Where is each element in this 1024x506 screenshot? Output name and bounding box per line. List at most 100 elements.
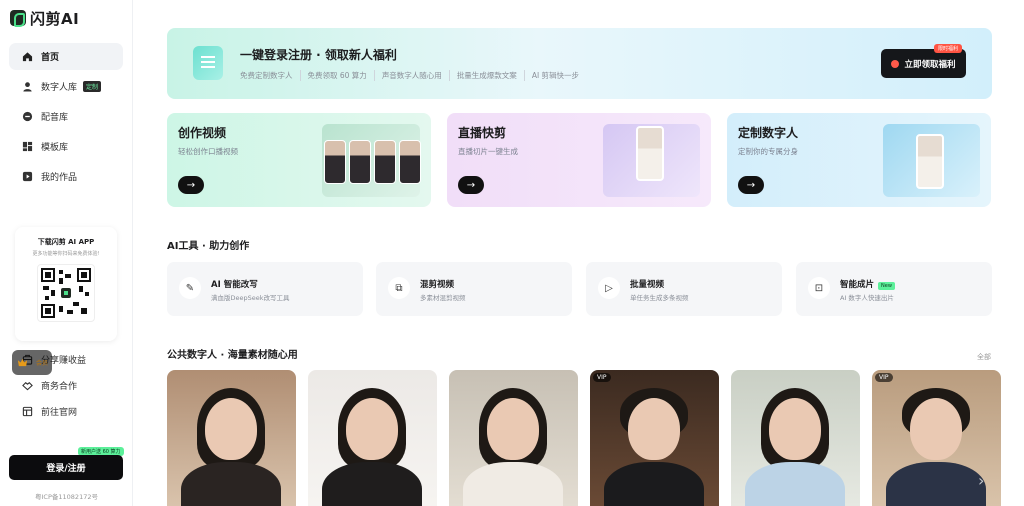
live-phone-preview	[636, 126, 664, 181]
avatar-phone-preview	[916, 134, 944, 189]
gift-icon	[891, 59, 900, 68]
avatar-card[interactable]	[308, 370, 437, 506]
app-download-title: 下载闪剪 AI APP	[37, 238, 95, 246]
person-icon	[21, 81, 33, 93]
banner-feature: 免费定制数字人	[240, 71, 293, 80]
sidebar-bottom-nav: 会员 分享赚收益 商务合作 前往官网	[0, 347, 133, 425]
avatar-thumbnail	[324, 140, 346, 184]
feature-card-live-clip[interactable]: 直播快剪 直播切片一键生成 →	[447, 113, 711, 207]
app-download-card: 下载闪剪 AI APP 更多功能等你扫码来免费体验!	[15, 227, 117, 341]
tool-mix-video[interactable]: ⧉ 混剪视频 多素材混剪视频	[376, 262, 572, 316]
main-content: 一键登录注册 · 领取新人福利 免费定制数字人 免费领取 60 算力 声音数字人…	[133, 0, 1024, 506]
crown-icon	[16, 357, 28, 369]
sidebar-item-business[interactable]: 商务合作	[9, 373, 124, 398]
sidebar-item-label: 模板库	[41, 143, 69, 153]
handshake-icon	[21, 380, 33, 392]
app-download-subtitle: 更多功能等你扫码来免费体验!	[32, 251, 100, 257]
sidebar-item-home[interactable]: 首页	[9, 43, 123, 70]
banner-features: 免费定制数字人 免费领取 60 算力 声音数字人随心用 批量生成爆款文案 AI …	[240, 70, 586, 81]
feature-title: 定制数字人	[738, 126, 799, 140]
avatars-section-title: 公共数字人 · 海量素材随心用	[167, 350, 298, 361]
sidebar-nav: 首页 数字人库 定制 配音库 模板库 我的作品	[0, 43, 132, 190]
feature-illustration	[883, 124, 980, 197]
tool-title-row: 智能成片 New	[840, 278, 895, 290]
batch-video-icon: ▷	[598, 277, 620, 299]
tools-section-title: AI工具 · 助力创作	[167, 241, 250, 252]
logo-icon	[10, 10, 26, 27]
feature-subtitle: 直播切片一键生成	[458, 147, 518, 156]
home-icon	[21, 51, 33, 63]
sidebar-item-label: 商务合作	[41, 382, 78, 392]
play-icon	[21, 171, 33, 183]
audio-icon	[21, 111, 33, 123]
custom-badge: 定制	[83, 81, 102, 92]
icp-record[interactable]: 粤ICP备11082172号	[0, 491, 133, 501]
avatar-body	[745, 462, 845, 506]
sidebar-item-label: 数字人库	[41, 83, 78, 93]
arrow-right-icon: →	[186, 179, 196, 191]
logo[interactable]: 闪剪AI	[0, 1, 132, 35]
sidebar-item-avatar-library[interactable]: 数字人库 定制	[9, 73, 123, 100]
limited-time-tag: 限时福利	[934, 44, 963, 53]
tool-smart-video[interactable]: ⊡ 智能成片 New AI 数字人快速出片	[796, 262, 992, 316]
feature-title: 直播快剪	[458, 126, 507, 140]
sidebar-item-label: 我的作品	[41, 173, 78, 183]
feature-illustration	[322, 124, 421, 197]
login-register-button[interactable]: 登录/注册	[9, 455, 123, 480]
promo-banner[interactable]: 一键登录注册 · 领取新人福利 免费定制数字人 免费领取 60 算力 声音数字人…	[167, 28, 992, 99]
avatar-body	[604, 462, 704, 506]
tool-ai-rewrite[interactable]: ✎ AI 智能改写 满血版DeepSeek改写工具	[167, 262, 363, 316]
avatar-face	[910, 398, 962, 460]
gift-document-icon	[193, 46, 223, 80]
avatar-thumbnail	[399, 140, 421, 184]
sidebar-item-membership[interactable]: 会员	[12, 350, 53, 375]
chevron-right-icon[interactable]: ›	[978, 471, 984, 490]
new-badge: New	[878, 282, 895, 290]
tool-subtitle: 单任务生成多条视频	[630, 294, 689, 302]
pen-icon: ✎	[179, 277, 201, 299]
mix-icon: ⧉	[388, 277, 410, 299]
sidebar-item-label: 配音库	[41, 113, 69, 123]
feature-title: 创作视频	[178, 126, 227, 140]
view-all-link[interactable]: 全部	[977, 352, 991, 362]
avatar-body	[181, 462, 281, 506]
qr-code[interactable]	[37, 264, 95, 322]
arrow-right-icon: →	[746, 179, 756, 191]
avatar-body	[322, 462, 422, 506]
avatar-thumbnail	[374, 140, 396, 184]
vip-badge: VIP	[875, 373, 893, 382]
tool-subtitle: AI 数字人快速出片	[840, 294, 894, 302]
tool-title: 混剪视频	[420, 280, 455, 290]
sidebar-item-template-library[interactable]: 模板库	[9, 133, 123, 160]
avatar-card[interactable]	[167, 370, 296, 506]
claim-benefits-label: 立即领取福利	[904, 59, 956, 70]
feature-card-custom-avatar[interactable]: 定制数字人 定制你的专属分身 →	[727, 113, 991, 207]
avatar-face	[769, 398, 821, 460]
logo-text: 闪剪AI	[30, 9, 80, 28]
avatar-card[interactable]: VIP	[590, 370, 719, 506]
arrow-right-button[interactable]: →	[178, 176, 204, 194]
sidebar-item-label: 前往官网	[41, 408, 78, 418]
avatar-thumbnail	[349, 140, 371, 184]
sidebar-item-voice-library[interactable]: 配音库	[9, 103, 123, 130]
feature-card-create-video[interactable]: 创作视频 轻松创作口播视频 →	[167, 113, 431, 207]
avatar-face	[628, 398, 680, 460]
tool-title: 智能成片	[840, 280, 875, 290]
banner-feature: AI 剪辑快一步	[523, 70, 586, 81]
avatar-body	[463, 462, 563, 506]
app-root: 闪剪AI 首页 数字人库 定制 配音库 模板库 我的作品 下载闪剪 AI APP…	[0, 0, 1024, 506]
avatar-card[interactable]	[449, 370, 578, 506]
arrow-right-button[interactable]: →	[458, 176, 484, 194]
arrow-right-button[interactable]: →	[738, 176, 764, 194]
avatar-card[interactable]	[731, 370, 860, 506]
template-icon	[21, 141, 33, 153]
sidebar-item-website[interactable]: 前往官网	[9, 399, 124, 424]
avatar-face	[346, 398, 398, 460]
sidebar-item-my-works[interactable]: 我的作品	[9, 163, 123, 190]
tool-title: 批量视频	[630, 280, 665, 290]
sidebar: 闪剪AI 首页 数字人库 定制 配音库 模板库 我的作品 下载闪剪 AI APP…	[0, 0, 133, 506]
feature-subtitle: 定制你的专属分身	[738, 147, 798, 156]
claim-benefits-button[interactable]: 立即领取福利	[881, 49, 966, 78]
tool-batch-video[interactable]: ▷ 批量视频 单任务生成多条视频	[586, 262, 782, 316]
vip-badge: VIP	[593, 373, 611, 382]
